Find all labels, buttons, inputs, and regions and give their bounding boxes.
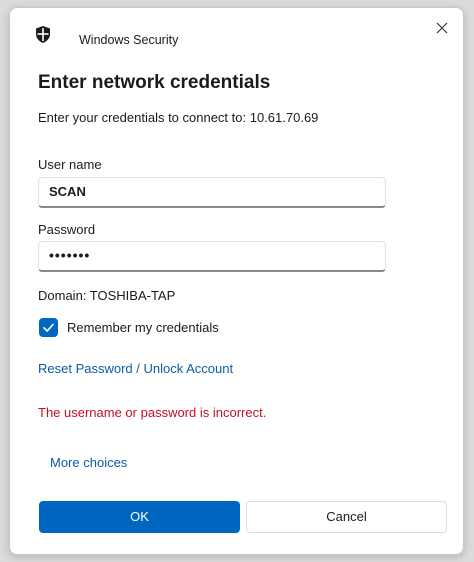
username-label: User name (38, 157, 102, 172)
credentials-dialog: Windows Security Enter network credentia… (9, 7, 464, 555)
password-label: Password (38, 222, 96, 237)
username-field[interactable]: SCAN (38, 177, 386, 208)
checkmark-icon (43, 323, 54, 332)
shield-icon (36, 26, 50, 43)
connection-subtitle: Enter your credentials to connect to: 10… (38, 110, 319, 125)
error-message: The username or password is incorrect. (38, 405, 267, 420)
ok-button[interactable]: OK (39, 501, 240, 533)
app-title: Windows Security (79, 33, 179, 47)
reset-password-link[interactable]: Reset Password / Unlock Account (38, 361, 233, 376)
remember-checkbox[interactable] (39, 318, 58, 337)
domain-text: Domain: TOSHIBA-TAP (38, 288, 176, 303)
password-field[interactable]: ••••••• (38, 241, 386, 272)
cancel-button[interactable]: Cancel (246, 501, 447, 533)
dialog-heading: Enter network credentials (38, 72, 271, 93)
close-icon[interactable] (435, 21, 449, 35)
remember-label[interactable]: Remember my credentials (67, 320, 219, 335)
more-choices-link[interactable]: More choices (50, 455, 127, 470)
